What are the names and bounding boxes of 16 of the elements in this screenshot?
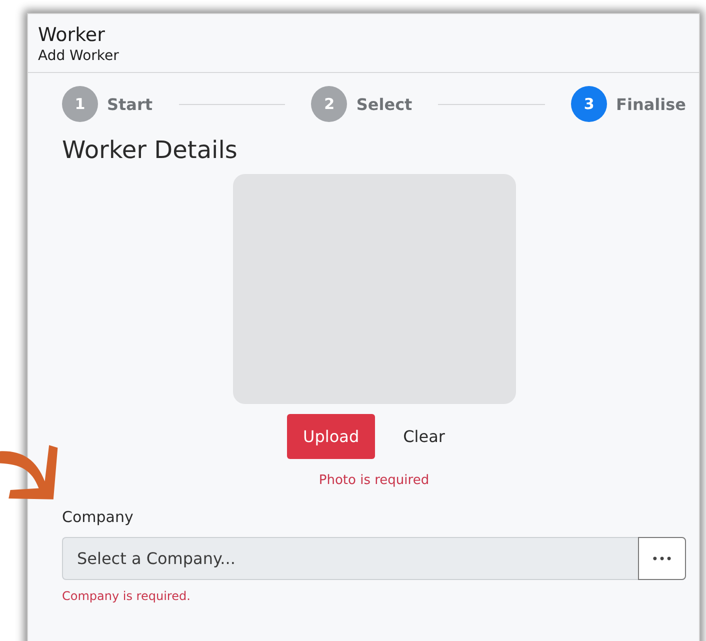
section-title: Worker Details <box>62 136 238 164</box>
upload-button[interactable]: Upload <box>287 414 376 459</box>
company-select-field[interactable]: Select a Company... <box>62 537 638 580</box>
step-label: Start <box>107 94 153 114</box>
error-message: Company is required. <box>62 589 192 603</box>
field-label: Company <box>62 508 134 526</box>
step-number[interactable]: 2 <box>311 86 348 122</box>
page-title: Worker <box>38 24 106 46</box>
step-label: Select <box>356 94 412 114</box>
page-subtitle: Add Worker <box>38 48 120 64</box>
step-label: Finalise <box>616 94 686 114</box>
step-number[interactable]: 3 <box>571 86 608 122</box>
error-message: Photo is required <box>318 473 430 488</box>
step-number[interactable]: 1 <box>62 86 98 122</box>
clear-button[interactable]: Clear <box>387 414 461 459</box>
browse-button[interactable]: ••• <box>638 537 686 580</box>
